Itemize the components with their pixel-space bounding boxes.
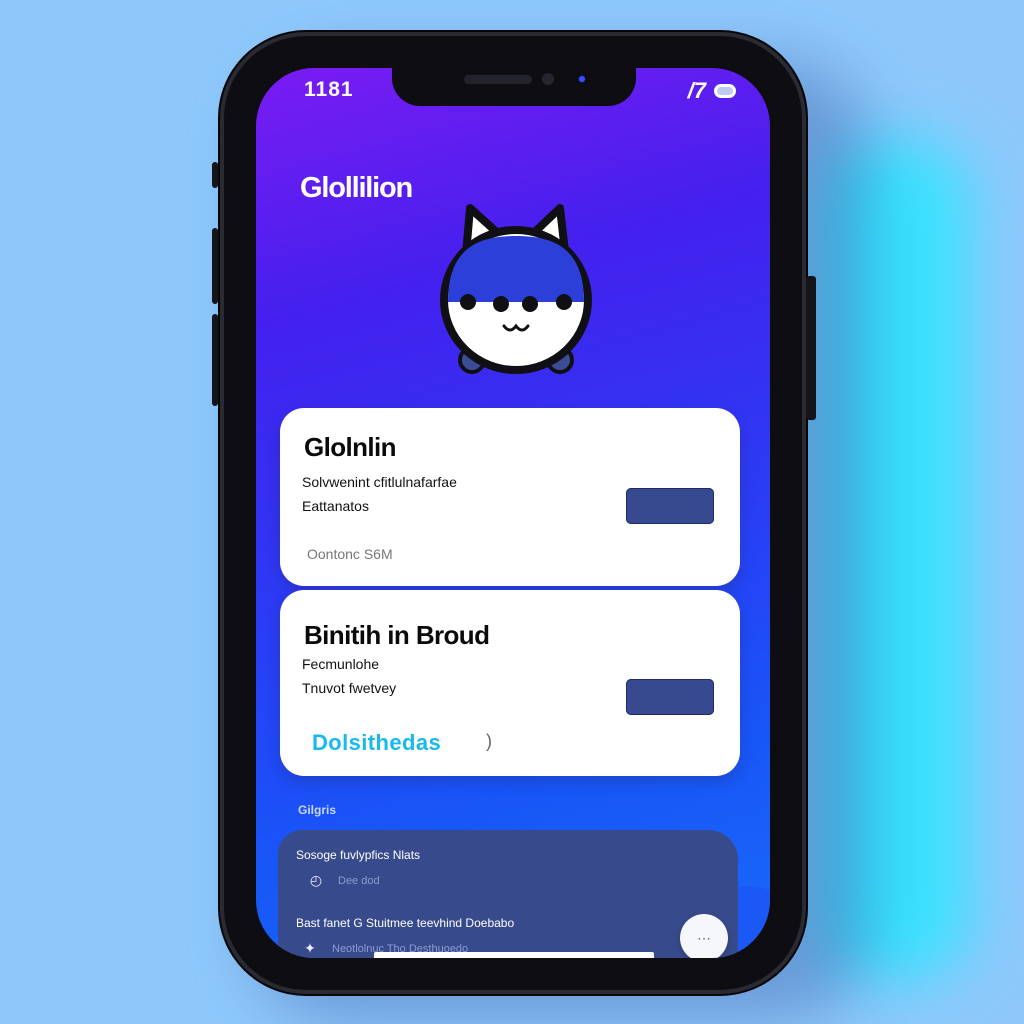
card-first-title: Glolnlin (304, 432, 397, 462)
battery-icon (714, 84, 736, 98)
bottom-panel: Sosoge fuvlypfics Nlats ◴ Dee dod Bast f… (278, 830, 738, 958)
card-first-line-1: Solvwenint cfitlulnafarfae (302, 474, 457, 490)
section-label: Gilgris (298, 803, 337, 817)
chevron-right-icon[interactable]: ) (486, 731, 492, 752)
volume-down-button (212, 314, 218, 406)
status-time: 1181 (304, 78, 354, 101)
panel-item-1-title[interactable]: Sosoge fuvlypfics Nlats (296, 848, 420, 862)
card-second-title: Binitih in Broud (304, 620, 490, 650)
cat-mascot-icon (440, 204, 592, 374)
mute-switch (212, 162, 218, 188)
card-second-line-2: Tnuvot fwetvey (302, 680, 397, 696)
card-second-action-button[interactable] (626, 679, 714, 715)
panel-item-2-title[interactable]: Bast fanet G Stuitmee teevhind Doebabo (296, 916, 514, 930)
status-icons: /7 (688, 78, 736, 104)
power-button (806, 276, 816, 420)
volume-up-button (212, 228, 218, 304)
panel-item-1-subtitle: ◴ Dee dod (308, 872, 380, 889)
clock-icon: ◴ (309, 872, 323, 888)
card-second: Binitih in Broud Fecmunlohe Tnuvot fwetv… (280, 590, 740, 776)
card-first: Glolnlin Solvwenint cfitlulnafarfae Eatt… (280, 408, 740, 586)
card-first-action-button[interactable] (626, 488, 714, 524)
earpiece-speaker (464, 75, 532, 84)
card-first-line-2: Eattanatos (302, 498, 369, 514)
face-sensor (576, 73, 588, 85)
signal-indicator: /7 (687, 78, 706, 103)
phone-frame: 1181 /7 Glollilion Glolnlin Solvwenint c… (212, 32, 816, 994)
front-camera (542, 73, 554, 85)
app-title: Glollilion (300, 172, 413, 204)
card-first-meta: Oontonc S6M (307, 546, 393, 562)
card-second-line-1: Fecmunlohe (302, 656, 380, 672)
panel-item-1-subtext: Dee dod (338, 874, 380, 887)
handshake-icon: ⋯ (697, 929, 711, 946)
card-second-link[interactable]: Dolsithedas (312, 730, 441, 756)
phone-screen: 1181 /7 Glollilion Glolnlin Solvwenint c… (256, 68, 770, 958)
notch (392, 68, 636, 106)
floating-action-button[interactable]: ⋯ (680, 914, 728, 958)
sparkle-icon: ✦ (304, 940, 316, 956)
home-indicator (374, 952, 654, 958)
